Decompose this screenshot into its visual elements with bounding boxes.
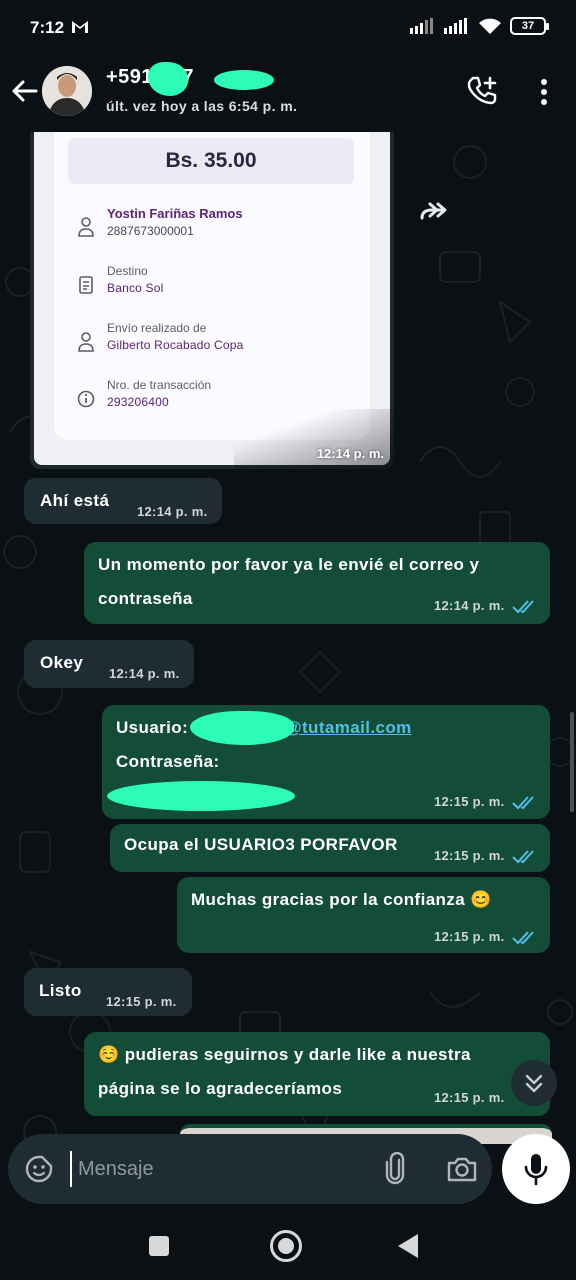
status-bar: 7:12 37 xyxy=(0,0,576,56)
person-icon xyxy=(78,332,94,352)
message-time: 12:14 p. m. xyxy=(109,666,180,681)
wifi-icon xyxy=(479,18,501,34)
battery-indicator: 37 xyxy=(510,17,549,35)
password-label: Contraseña: xyxy=(116,752,220,771)
message-time: 12:14 p. m. xyxy=(137,504,208,519)
bank-icon xyxy=(79,276,93,294)
avatar-photo-icon xyxy=(42,66,92,116)
destination-value: Banco Sol xyxy=(107,281,164,295)
message-time: 12:15 p. m. xyxy=(434,1090,505,1105)
message-time: 12:15 p. m. xyxy=(434,794,505,809)
info-icon xyxy=(77,390,95,408)
message-composer xyxy=(8,1134,492,1204)
message-bubble-outgoing[interactable]: Muchas gracias por la confianza 😊 12:15 … xyxy=(177,877,550,953)
message-text: Listo xyxy=(39,981,82,1000)
signal-icon xyxy=(410,18,433,34)
message-time-status: 12:15 p. m. xyxy=(434,848,538,864)
text-cursor xyxy=(70,1151,72,1187)
receipt-amount: Bs. 35.00 xyxy=(68,138,354,184)
message-time: 12:15 p. m. xyxy=(434,848,505,863)
transaction-label: Nro. de transacción xyxy=(107,378,212,392)
username-label: Usuario: xyxy=(116,718,189,737)
sender-value: Gilberto Rocabado Copa xyxy=(107,338,244,352)
status-time: 7:12 xyxy=(30,18,65,37)
message-bubble-incoming[interactable]: Ahí está 12:14 p. m. xyxy=(24,478,222,524)
message-text-line2: contraseña xyxy=(98,589,193,608)
chat-screen: 7:12 37 +591 últ. vez hoy a las 6:54 p. … xyxy=(0,0,576,1280)
message-time: 12:14 p. m. xyxy=(434,598,505,613)
message-bubble-outgoing[interactable]: ☺️ pudieras seguirnos y darle like a nue… xyxy=(84,1032,550,1116)
destination-label: Destino xyxy=(107,264,148,278)
receipt-card: Bs. 35.00 Yostin Fariñas Ramos 288767300… xyxy=(54,132,370,440)
scroll-to-bottom-button[interactable] xyxy=(511,1060,557,1106)
redaction-mark xyxy=(190,711,294,745)
message-bubble-incoming[interactable]: Okey 12:14 p. m. xyxy=(24,640,194,688)
message-time: 12:15 p. m. xyxy=(434,929,505,944)
last-seen-status[interactable]: últ. vez hoy a las 6:54 p. m. xyxy=(106,98,297,114)
more-vert-icon[interactable] xyxy=(532,76,556,108)
message-time-status: 12:15 p. m. xyxy=(434,929,538,945)
message-text-line1: Un momento por favor ya le envié el corr… xyxy=(98,555,480,574)
signal-icon-2 xyxy=(444,18,467,34)
message-text-line2: página se lo agradeceríamos xyxy=(98,1079,343,1098)
message-bubble-outgoing[interactable]: Un momento por favor ya le envié el corr… xyxy=(84,542,550,624)
status-icons: 37 xyxy=(410,17,549,35)
recipient-name: Yostin Fariñas Ramos xyxy=(107,206,243,221)
scrollbar-thumb[interactable] xyxy=(570,712,574,812)
message-time: 12:15 p. m. xyxy=(106,994,177,1009)
email-link[interactable]: @tutamail.com xyxy=(285,711,412,744)
message-text-line1: ☺️ pudieras seguirnos y darle like a nue… xyxy=(98,1045,471,1064)
person-icon xyxy=(78,217,94,237)
receipt-recipient: Yostin Fariñas Ramos 2887673000001 xyxy=(54,206,370,252)
message-bubble-incoming[interactable]: Listo 12:15 p. m. xyxy=(24,968,192,1016)
read-ticks-icon xyxy=(512,849,535,864)
read-ticks-icon xyxy=(512,930,535,945)
system-back-button[interactable] xyxy=(398,1234,418,1258)
sticker-icon[interactable] xyxy=(24,1154,54,1184)
redaction-mark xyxy=(148,62,188,96)
gmail-icon xyxy=(72,21,88,33)
message-time: 12:14 p. m. xyxy=(316,446,384,461)
message-text: Ocupa el USUARIO3 PORFAVOR xyxy=(124,835,398,854)
receipt-image-message[interactable]: Bs. 35.00 Yostin Fariñas Ramos 288767300… xyxy=(30,132,394,469)
camera-icon[interactable] xyxy=(446,1154,478,1184)
chat-header: +591 767 últ. vez hoy a las 6:54 p. m. xyxy=(0,56,576,132)
home-button[interactable] xyxy=(270,1230,302,1262)
sender-label: Envío realizado de xyxy=(107,321,207,335)
recents-button[interactable] xyxy=(149,1236,169,1256)
message-text: Muchas gracias por la confianza 😊 xyxy=(191,890,492,909)
system-navigation-bar xyxy=(0,1212,576,1280)
add-call-icon[interactable] xyxy=(466,74,498,106)
read-ticks-icon xyxy=(512,599,535,614)
message-text: Ahí está xyxy=(40,491,110,510)
attach-icon[interactable] xyxy=(380,1152,410,1186)
message-text: Okey xyxy=(40,653,84,672)
transaction-value: 293206400 xyxy=(107,395,169,409)
message-input[interactable] xyxy=(78,1154,358,1184)
read-ticks-icon xyxy=(512,795,535,810)
redaction-mark xyxy=(107,781,295,811)
receipt-destination: Destino Banco Sol xyxy=(54,264,370,310)
mic-icon xyxy=(524,1154,548,1186)
message-time-status: 12:14 p. m. xyxy=(434,598,538,614)
forward-icon[interactable] xyxy=(412,194,456,234)
message-bubble-outgoing[interactable]: Usuario: @tutamail.com Contraseña: 12:15… xyxy=(102,705,550,819)
chevron-down-double-icon xyxy=(525,1074,543,1093)
back-arrow-icon[interactable] xyxy=(10,76,40,106)
voice-message-button[interactable] xyxy=(502,1134,570,1204)
recipient-account: 2887673000001 xyxy=(107,224,194,238)
redaction-mark xyxy=(214,70,274,90)
message-bubble-outgoing[interactable]: Ocupa el USUARIO3 PORFAVOR 12:15 p. m. xyxy=(110,824,550,872)
receipt-sender: Envío realizado de Gilberto Rocabado Cop… xyxy=(54,321,370,367)
message-time-status: 12:15 p. m. xyxy=(434,794,538,810)
avatar[interactable] xyxy=(42,66,92,116)
